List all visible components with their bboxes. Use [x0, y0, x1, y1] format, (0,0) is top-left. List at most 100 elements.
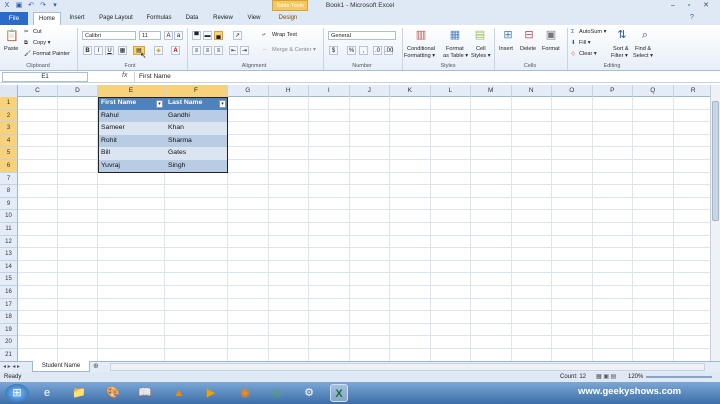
- align-bottom-icon[interactable]: ▄: [214, 31, 223, 40]
- italic-icon[interactable]: I: [94, 46, 103, 55]
- increase-indent-icon[interactable]: ⇥: [240, 46, 249, 55]
- zoom-level[interactable]: 120%: [628, 372, 643, 382]
- align-top-icon[interactable]: ▀: [192, 31, 201, 40]
- row-header-19[interactable]: 19: [0, 323, 18, 337]
- row-header-8[interactable]: 8: [0, 185, 18, 198]
- redo-icon[interactable]: ↷: [39, 2, 47, 10]
- row-header-3[interactable]: 3: [0, 122, 18, 135]
- new-sheet-icon[interactable]: ⊕: [93, 362, 99, 370]
- column-header-J[interactable]: J: [350, 85, 390, 97]
- borders-icon[interactable]: ▦: [118, 46, 127, 55]
- book-app-icon[interactable]: 📖: [136, 384, 154, 402]
- font-color-icon[interactable]: A: [171, 46, 180, 55]
- select-all-corner[interactable]: [0, 85, 18, 97]
- table-cell[interactable]: Rohit: [98, 134, 165, 148]
- tab-home[interactable]: Home: [33, 12, 61, 25]
- find-select-icon[interactable]: ⌕: [638, 29, 652, 41]
- copy-icon[interactable]: ⧉: [24, 40, 28, 47]
- format-painter-icon[interactable]: 🖌: [24, 51, 31, 57]
- table-cell[interactable]: Singh: [165, 160, 228, 173]
- filter-dropdown-icon[interactable]: ▾: [156, 99, 163, 108]
- tab-page-layout[interactable]: Page Layout: [95, 12, 137, 25]
- tab-data[interactable]: Data: [181, 12, 203, 25]
- sheet-nav-icons[interactable]: ◂ ▸ ◂ ▸: [3, 363, 20, 370]
- delete-cells-button[interactable]: Delete: [520, 46, 536, 52]
- merge-center-icon[interactable]: ⇔: [262, 47, 268, 53]
- column-header-E[interactable]: E: [98, 85, 165, 97]
- cell-styles-button[interactable]: Cell: [476, 46, 486, 52]
- format-as-table-button[interactable]: Format: [446, 46, 464, 52]
- fill-button[interactable]: Fill ▾: [579, 40, 591, 46]
- font-name-select[interactable]: Calibri: [82, 31, 136, 40]
- cut-icon[interactable]: ✂: [24, 29, 29, 35]
- conditional-formatting-button-2[interactable]: Formatting ▾: [404, 53, 435, 59]
- sort-filter-icon[interactable]: ⇅: [615, 29, 629, 41]
- column-header-N[interactable]: N: [512, 85, 552, 97]
- cell-styles-button-2[interactable]: Styles ▾: [471, 53, 491, 59]
- save-icon[interactable]: ▣: [15, 2, 23, 10]
- tab-formulas[interactable]: Formulas: [142, 12, 176, 25]
- row-header-18[interactable]: 18: [0, 311, 18, 324]
- comma-style-icon[interactable]: ,: [359, 46, 368, 55]
- number-format-select[interactable]: General: [328, 31, 396, 40]
- insert-cells-button[interactable]: Insert: [499, 46, 513, 52]
- row-header-9[interactable]: 9: [0, 197, 18, 211]
- find-select-button[interactable]: Find &: [635, 46, 651, 52]
- column-header-K[interactable]: K: [390, 85, 431, 97]
- increase-decimal-icon[interactable]: .0: [373, 46, 382, 55]
- fill-color-icon[interactable]: ◈: [154, 46, 163, 55]
- clear-button[interactable]: Clear ▾: [579, 51, 597, 57]
- table-cell[interactable]: Gandhi: [165, 109, 228, 123]
- internet-explorer-icon[interactable]: e: [38, 384, 56, 402]
- column-header-H[interactable]: H: [269, 85, 309, 97]
- horizontal-scrollbar[interactable]: [110, 363, 705, 371]
- sort-filter-button-2[interactable]: Filter ▾: [611, 53, 628, 59]
- view-mode-icons[interactable]: ▦ ▣ ▤: [596, 372, 616, 382]
- column-header-I[interactable]: I: [309, 85, 350, 97]
- decrease-decimal-icon[interactable]: .00: [384, 46, 393, 55]
- font-size-select[interactable]: 11: [139, 31, 161, 40]
- wrap-text-icon[interactable]: ⤶: [262, 32, 265, 39]
- filter-dropdown-icon[interactable]: ▾: [219, 99, 226, 108]
- tab-insert[interactable]: Insert: [64, 12, 90, 25]
- cell-styles-icon[interactable]: ▤: [473, 29, 487, 41]
- tab-review[interactable]: Review: [209, 12, 237, 25]
- minimize-icon[interactable]: –: [668, 1, 678, 10]
- grow-font-icon[interactable]: A: [164, 31, 173, 40]
- file-tab[interactable]: File: [0, 12, 28, 25]
- row-header-15[interactable]: 15: [0, 273, 18, 286]
- column-header-D[interactable]: D: [58, 85, 98, 97]
- restore-icon[interactable]: ▫: [684, 1, 694, 10]
- fill-icon[interactable]: ⬇: [571, 40, 576, 46]
- row-header-20[interactable]: 20: [0, 336, 18, 349]
- vlc-icon[interactable]: ▲: [170, 384, 188, 402]
- conditional-formatting-button[interactable]: Conditional: [407, 46, 435, 52]
- media-player-icon[interactable]: ▶: [202, 384, 220, 402]
- sheet-tab-student-name[interactable]: Student Name: [32, 361, 90, 372]
- find-select-button-2[interactable]: Select ▾: [633, 53, 653, 59]
- close-icon[interactable]: ✕: [701, 1, 711, 10]
- zoom-slider[interactable]: [646, 376, 712, 378]
- name-box[interactable]: E1: [2, 72, 88, 82]
- currency-icon[interactable]: $: [329, 46, 338, 55]
- percent-icon[interactable]: %: [347, 46, 356, 55]
- column-header-O[interactable]: O: [552, 85, 593, 97]
- row-header-13[interactable]: 13: [0, 248, 18, 261]
- conditional-formatting-icon[interactable]: ▥: [414, 29, 428, 41]
- table-cell[interactable]: Sharma: [165, 134, 228, 148]
- underline-icon[interactable]: U: [105, 46, 114, 55]
- help-icon[interactable]: ?: [690, 14, 694, 21]
- orientation-icon[interactable]: ↗: [233, 31, 242, 40]
- format-cells-button[interactable]: Format: [542, 46, 560, 52]
- excel-taskbar-icon[interactable]: X: [330, 384, 348, 402]
- row-header-14[interactable]: 14: [0, 260, 18, 274]
- autosum-icon[interactable]: Σ: [571, 29, 574, 35]
- table-cell[interactable]: Yuvraj: [98, 160, 165, 173]
- align-right-icon[interactable]: ≡: [214, 46, 223, 55]
- bold-icon[interactable]: B: [83, 46, 92, 55]
- table-cell[interactable]: Sameer: [98, 122, 165, 135]
- undo-icon[interactable]: ↶: [27, 2, 35, 10]
- row-header-7[interactable]: 7: [0, 172, 18, 186]
- paint-icon[interactable]: 🎨: [104, 384, 122, 402]
- column-header-L[interactable]: L: [431, 85, 471, 97]
